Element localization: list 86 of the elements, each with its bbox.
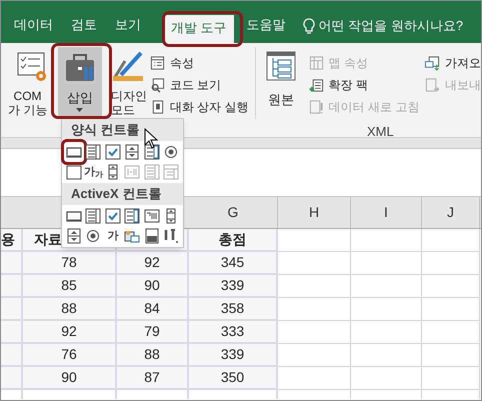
export-icon bbox=[425, 78, 440, 92]
ribbon-tab[interactable]: 보기 bbox=[108, 9, 148, 43]
column-header[interactable]: H bbox=[278, 197, 351, 228]
ribbon-tab[interactable]: 도움말 bbox=[240, 9, 293, 43]
ribbon-button[interactable]: 대화 상자 실행 bbox=[150, 96, 251, 118]
table-cell bbox=[351, 275, 422, 298]
textfield-control-icon bbox=[124, 164, 140, 180]
listbox-control-icon bbox=[124, 208, 140, 224]
spin-control-icon bbox=[124, 144, 140, 160]
table-cell: 76 bbox=[23, 344, 117, 367]
table-cell: 90 bbox=[23, 367, 117, 390]
column-title-cell: 총점 bbox=[189, 229, 278, 252]
map-icon bbox=[308, 56, 324, 70]
tell-me-box[interactable]: 어떤 작업을 원하시나요? bbox=[302, 9, 464, 43]
ribbon-tab[interactable]: 검토 bbox=[64, 9, 104, 43]
menu-control-item[interactable] bbox=[84, 142, 103, 162]
column-header[interactable]: I bbox=[351, 197, 422, 228]
xml-tree-icon bbox=[266, 51, 296, 81]
menu-control-item[interactable] bbox=[122, 206, 142, 226]
table-cell: 350 bbox=[189, 367, 278, 390]
table-cell: 85 bbox=[23, 275, 117, 298]
table-cell bbox=[351, 321, 422, 344]
table-cell: 339 bbox=[189, 344, 278, 367]
checkbox-control-icon bbox=[104, 208, 121, 224]
group-label: XML bbox=[367, 123, 394, 141]
caret-icon bbox=[76, 108, 84, 112]
ribbon-button[interactable]: 속성 bbox=[150, 52, 251, 74]
table-cell: 358 bbox=[189, 298, 278, 321]
menu-control-item[interactable] bbox=[103, 142, 122, 162]
insert-button[interactable]: 삽입 bbox=[58, 47, 102, 119]
ribbon-button[interactable]: 코드 보기 bbox=[150, 74, 251, 96]
toolbox-icon bbox=[64, 53, 96, 83]
table-cell bbox=[351, 344, 422, 367]
import-icon bbox=[425, 56, 440, 70]
table-cell bbox=[351, 252, 422, 275]
column-title-cell bbox=[351, 229, 422, 252]
column-header[interactable]: J bbox=[422, 197, 480, 228]
table-cell: 90 bbox=[117, 275, 189, 298]
menu-section-title: 양식 컨트롤 bbox=[62, 119, 183, 141]
pack-icon bbox=[308, 78, 324, 92]
combodrop-control-icon bbox=[163, 164, 180, 180]
table-cell: 87 bbox=[117, 367, 189, 390]
image-control-icon bbox=[124, 228, 140, 244]
table-cell: 78 bbox=[23, 252, 117, 275]
table-cell: 333 bbox=[189, 321, 278, 344]
textbox-control-icon bbox=[144, 208, 160, 224]
more-control-icon bbox=[163, 228, 180, 244]
table-cell: 79 bbox=[117, 321, 189, 344]
combo-control-icon bbox=[85, 144, 102, 160]
listbox-control-icon bbox=[144, 144, 160, 160]
checklist-gear-icon bbox=[16, 51, 48, 83]
menu-control-item[interactable] bbox=[84, 206, 103, 226]
table-cell: 339 bbox=[189, 275, 278, 298]
groupbox-control-icon bbox=[66, 164, 82, 180]
table-cell: 92 bbox=[23, 321, 117, 344]
ribbon-button[interactable]: 확장 팩 bbox=[308, 74, 423, 96]
table-cell: 88 bbox=[117, 344, 189, 367]
menu-section-title: ActiveX 컨트롤 bbox=[62, 183, 183, 205]
ribbon-tab[interactable]: 개발 도구 bbox=[164, 15, 234, 43]
toggle-control-icon bbox=[144, 228, 160, 244]
ribbon-button[interactable]: 가져오 bbox=[425, 52, 481, 74]
radio-control-icon bbox=[163, 144, 180, 160]
com-addins-button[interactable]: COM 가 기능 bbox=[1, 47, 52, 121]
code-icon bbox=[150, 78, 165, 92]
column-title-cell: 용 bbox=[1, 229, 23, 252]
spin-control-icon bbox=[66, 228, 82, 244]
combolist-control-icon bbox=[144, 164, 160, 180]
refresh-icon bbox=[308, 100, 324, 114]
table-cell: 345 bbox=[189, 252, 278, 275]
ruler-pencil-icon bbox=[111, 49, 146, 83]
menu-control-item[interactable] bbox=[142, 142, 162, 162]
combo-control-icon bbox=[85, 208, 102, 224]
table-cell: 88 bbox=[23, 298, 117, 321]
properties-icon bbox=[150, 56, 165, 70]
menu-control-item[interactable] bbox=[103, 206, 122, 226]
cursor-icon bbox=[144, 128, 158, 149]
table-cell: 84 bbox=[117, 298, 189, 321]
ribbon-tab[interactable]: 데이터 bbox=[7, 9, 60, 43]
checkbox-control-icon bbox=[104, 144, 121, 160]
column-header[interactable]: G bbox=[189, 197, 278, 228]
table-cell: 92 bbox=[117, 252, 189, 275]
menu-control-item[interactable]: 가$_{가}$ bbox=[84, 162, 103, 182]
source-button[interactable]: 원본 bbox=[264, 47, 299, 121]
lightbulb-icon bbox=[302, 18, 315, 34]
table-cell bbox=[351, 298, 422, 321]
radio-control-icon bbox=[85, 228, 102, 244]
